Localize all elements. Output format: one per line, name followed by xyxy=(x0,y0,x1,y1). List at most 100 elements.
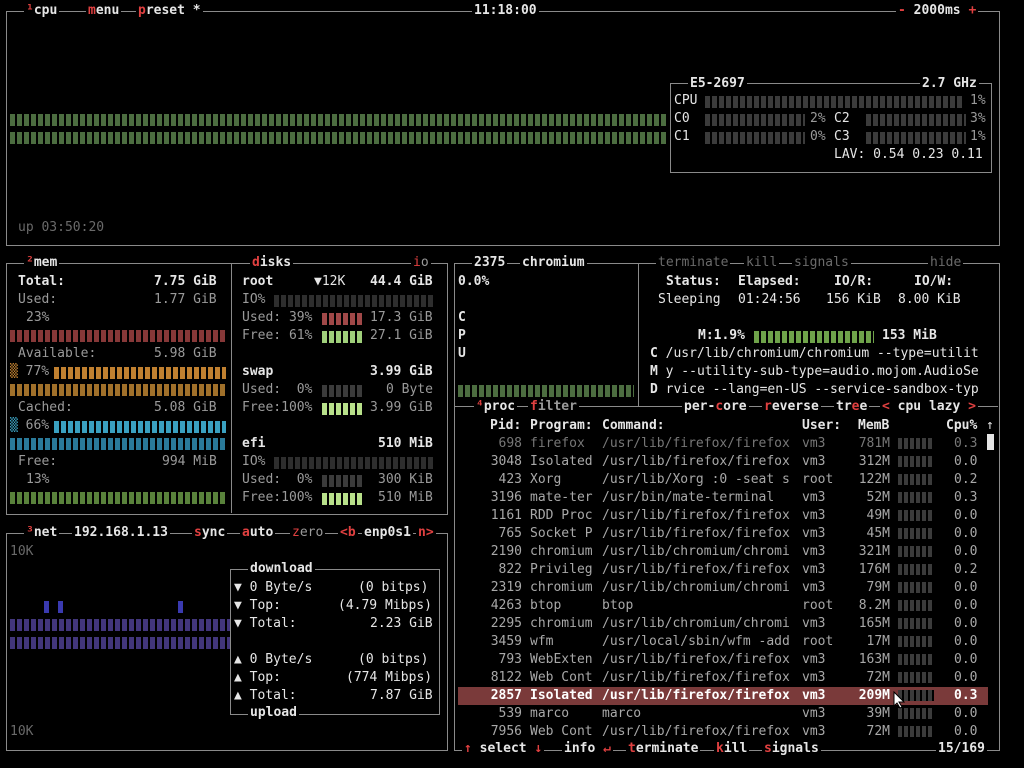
proc-per-core-toggle[interactable]: per-core xyxy=(682,399,749,415)
col-command[interactable]: Command: xyxy=(602,417,665,435)
col-mem[interactable]: MemB xyxy=(858,417,889,435)
cell-pid: 765 xyxy=(498,526,522,541)
disk-efi-io-label: IO% xyxy=(242,454,266,469)
detail-mem-value: 153 MiB xyxy=(882,328,937,343)
table-row[interactable]: 698 firefox/usr/lib/firefox/firefox vm3 781… xyxy=(458,435,988,453)
cell-cpu: 0.0 xyxy=(954,544,978,559)
detail-terminate-button[interactable]: terminate xyxy=(656,255,731,271)
select-control[interactable]: ↑ select ↓ xyxy=(462,741,545,757)
io-toggle[interactable]: io xyxy=(411,255,431,271)
cpu-mini-graph xyxy=(898,525,934,543)
disk-root-used-value: 17.3 GiB xyxy=(370,310,433,325)
detail-signals-button[interactable]: signals xyxy=(792,255,851,271)
core-bar xyxy=(866,114,966,126)
cell-pid: 2319 xyxy=(490,580,522,595)
detail-cmd-line: D rvice --lang=en-US --service-sandbox-t… xyxy=(650,382,979,397)
disk-efi-free: Free:100% xyxy=(242,490,313,505)
disk-root-free-value: 27.1 GiB xyxy=(370,328,433,343)
net-auto-toggle[interactable]: auto xyxy=(240,525,276,541)
table-row[interactable]: 822 Privileg/usr/lib/firefox/firefox vm3 17… xyxy=(458,561,988,579)
cell-user: vm3 xyxy=(802,436,826,451)
menu-tab[interactable]: menu xyxy=(86,3,122,19)
refresh-rate[interactable]: - 2000ms + xyxy=(896,3,979,19)
detail-hide-button[interactable]: hide xyxy=(928,255,964,271)
mem-cached-pct: ▒ 66% xyxy=(10,418,50,433)
cell-user: vm3 xyxy=(802,544,826,559)
table-row[interactable]: 7956 Web Cont/usr/lib/firefox/firefox vm3 7… xyxy=(458,723,988,741)
table-row[interactable]: 3048 Isolated/usr/lib/firefox/firefox vm3 3… xyxy=(458,453,988,471)
cell-user: vm3 xyxy=(802,508,826,523)
detail-iow: 8.00 KiB xyxy=(898,292,961,307)
disk-root-total: 44.4 GiB xyxy=(370,274,433,289)
cell-cpu: 0.0 xyxy=(954,634,978,649)
disk-efi-used-bar xyxy=(322,475,362,487)
cell-cpu: 0.2 xyxy=(954,472,978,487)
net-prev-iface[interactable]: <b xyxy=(338,525,358,541)
disk-efi-free-bar xyxy=(322,493,362,505)
cpu-mini-graph xyxy=(898,579,934,597)
cell-mem: 45M xyxy=(866,526,890,541)
table-row[interactable]: 8122 Web Cont/usr/lib/firefox/firefox vm3 7… xyxy=(458,669,988,687)
preset-tab[interactable]: preset * xyxy=(136,3,203,19)
table-row[interactable]: 3196 mate-ter/usr/bin/mate-terminal vm3 52M… xyxy=(458,489,988,507)
table-row[interactable]: 2295 chromium/usr/lib/chromium/chromi vm3 1… xyxy=(458,615,988,633)
col-user[interactable]: User: xyxy=(802,417,841,435)
table-row[interactable]: 793 WebExten/usr/lib/firefox/firefox vm3 16… xyxy=(458,651,988,669)
core-bar xyxy=(866,132,966,144)
proc-tree-toggle[interactable]: tree xyxy=(834,399,870,415)
core-label: C3 xyxy=(834,129,850,144)
cell-program: firefox xyxy=(530,436,585,451)
cell-user: root xyxy=(802,472,834,487)
proc-filter[interactable]: filter xyxy=(528,399,579,415)
cell-command: /usr/lib/chromium/chromi xyxy=(602,616,790,631)
mem-cached-bar xyxy=(54,421,226,433)
detail-cmd-line: M y --utility-sub-type=audio.mojom.Audio… xyxy=(650,364,979,379)
scrollbar-thumb[interactable] xyxy=(987,434,994,450)
table-row[interactable]: 1161 RDD Proc/usr/lib/firefox/firefox vm3 4… xyxy=(458,507,988,525)
cell-program: chromium xyxy=(530,580,593,595)
cell-command: /usr/lib/firefox/firefox xyxy=(602,526,790,541)
detail-kill-button[interactable]: kill xyxy=(744,255,780,271)
disk-root-free: Free: 61% xyxy=(242,328,313,343)
table-row[interactable]: 3459 wfm/usr/local/sbin/wfm -add root 17M 0.… xyxy=(458,633,988,651)
col-program[interactable]: Program: xyxy=(530,417,593,435)
table-row[interactable]: 423 Xorg/usr/lib/Xorg :0 -seat s root 122M 0… xyxy=(458,471,988,489)
cell-pid: 698 xyxy=(498,436,522,451)
cell-command: /usr/lib/firefox/firefox xyxy=(602,436,790,451)
detail-name: chromium xyxy=(520,255,587,271)
table-row[interactable]: 4263 btop btop root 8.2M 0.0 xyxy=(458,597,988,615)
col-pid[interactable]: Pid: xyxy=(490,417,521,435)
terminate-button[interactable]: terminate xyxy=(626,741,701,757)
disk-swap-free: Free:100% xyxy=(242,400,313,415)
net-zero-button[interactable]: zero xyxy=(290,525,326,541)
mouse-cursor-icon xyxy=(893,691,905,709)
cell-command: /usr/lib/Xorg :0 -seat s xyxy=(602,472,790,487)
scroll-up-icon[interactable]: ↑ xyxy=(986,417,994,435)
table-row[interactable]: 2190 chromium/usr/lib/chromium/chromi vm3 3… xyxy=(458,543,988,561)
kill-button[interactable]: kill xyxy=(714,741,750,757)
cell-command: btop xyxy=(602,598,634,613)
detail-cpu-letter: P xyxy=(458,328,466,343)
col-cpu[interactable]: Cpu% xyxy=(946,417,977,435)
cell-command: /usr/lib/firefox/firefox xyxy=(602,562,790,577)
mem-used-label: Used: xyxy=(18,292,58,307)
table-row[interactable]: 2319 chromium/usr/lib/chromium/chromi vm3 7… xyxy=(458,579,988,597)
net-sync-toggle[interactable]: sync xyxy=(192,525,228,541)
cpu-mini-graph xyxy=(898,453,934,471)
table-row[interactable]: 765 Socket P/usr/lib/firefox/firefox vm3 45… xyxy=(458,525,988,543)
cpu-tab[interactable]: ¹cpu xyxy=(24,3,60,19)
net-next-iface[interactable]: n> xyxy=(416,525,436,541)
disk-swap-used-bar xyxy=(322,385,362,397)
proc-sort-selector[interactable]: < cpu lazy > xyxy=(880,399,978,415)
cell-cpu: 0.0 xyxy=(954,670,978,685)
signals-button[interactable]: signals xyxy=(762,741,821,757)
disk-efi-used: Used: 0% xyxy=(242,472,313,487)
table-row[interactable]: 539 marco marco vm3 39M 0.0 xyxy=(458,705,988,723)
info-button[interactable]: info ↵ xyxy=(562,741,613,757)
upload-title: upload xyxy=(248,705,299,721)
cell-mem: 176M xyxy=(858,562,890,577)
table-row-selected[interactable]: 2857 Isolated/usr/lib/firefox/firefox vm3 2… xyxy=(458,687,988,705)
proc-reverse-toggle[interactable]: reverse xyxy=(762,399,821,415)
ul-total: ▲ Total: xyxy=(234,688,297,703)
cell-pid: 3459 xyxy=(490,634,522,649)
